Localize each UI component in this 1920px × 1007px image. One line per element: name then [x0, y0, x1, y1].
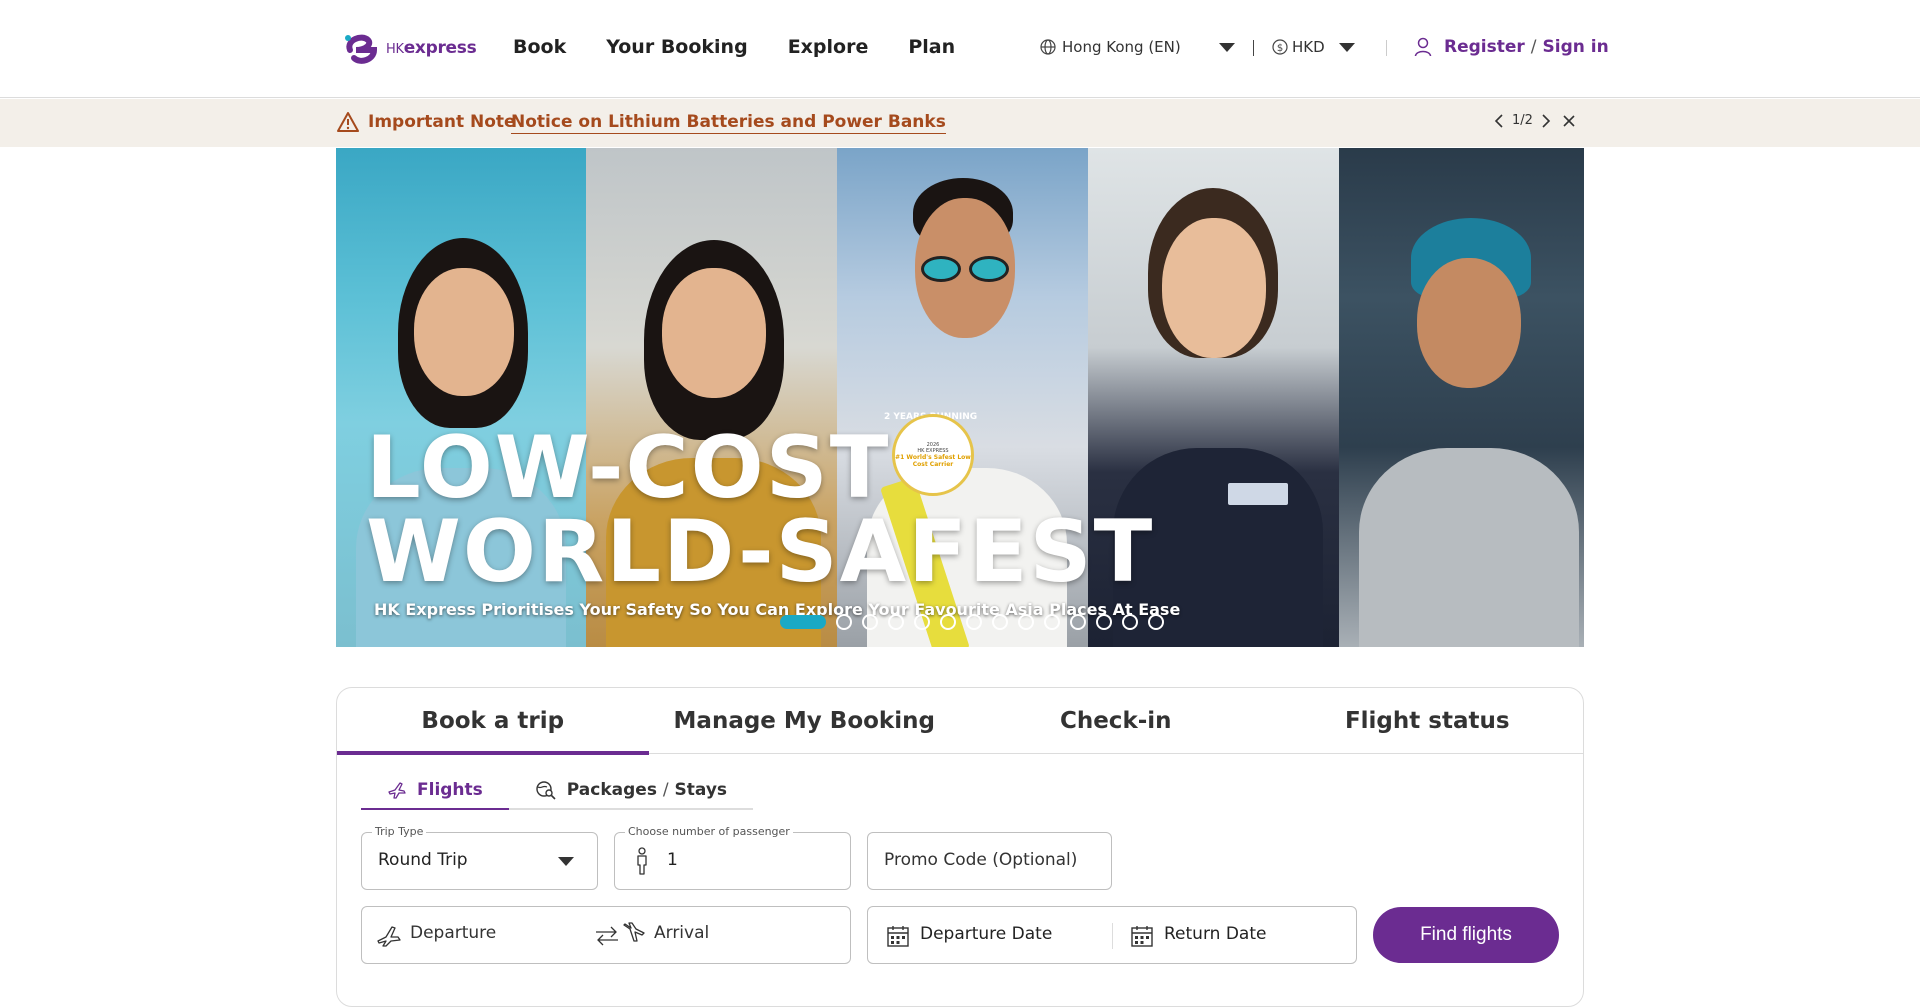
logo-prefix: HK	[386, 42, 404, 57]
locale-selector[interactable]: Hong Kong (EN)	[1040, 38, 1235, 56]
globe-search-icon	[536, 781, 556, 800]
carousel-dot[interactable]	[1018, 614, 1034, 630]
hero-title-line1: LOW-COST	[366, 418, 891, 518]
trip-type-label: Trip Type	[372, 825, 427, 838]
promo-code-placeholder: Promo Code (Optional)	[884, 850, 1078, 870]
tab-book-a-trip[interactable]: Book a trip	[337, 688, 649, 755]
subtab-flights-label: Flights	[417, 780, 483, 800]
chevron-down-icon	[558, 857, 574, 866]
nav-book[interactable]: Book	[513, 36, 566, 58]
divider	[1253, 40, 1254, 56]
logo-main: express	[403, 38, 477, 58]
svg-text:$: $	[1277, 43, 1283, 54]
tab-flight-status[interactable]: Flight status	[1272, 688, 1584, 754]
warning-icon	[337, 112, 359, 132]
carousel-dot[interactable]	[940, 614, 956, 630]
passenger-value: 1	[667, 850, 678, 870]
carousel-dot[interactable]	[1044, 614, 1060, 630]
close-icon[interactable]	[1562, 114, 1576, 128]
hero-title: LOW-COST WORLD-SAFEST	[366, 418, 1155, 602]
hk-express-logo[interactable]: HKexpress	[344, 30, 477, 66]
carousel-dot[interactable]	[914, 614, 930, 630]
carousel-dot[interactable]	[862, 614, 878, 630]
currency-selector[interactable]: $ HKD	[1272, 38, 1355, 56]
carousel-dot[interactable]	[888, 614, 904, 630]
globe-icon	[1040, 39, 1056, 55]
plane-icon	[388, 782, 406, 799]
carousel-dot[interactable]	[1122, 614, 1138, 630]
passenger-label: Choose number of passenger	[625, 825, 793, 838]
register-signin-link[interactable]: Register / Sign in	[1414, 37, 1609, 57]
carousel-dot[interactable]	[1096, 614, 1112, 630]
nav-plan[interactable]: Plan	[908, 36, 955, 58]
departure-plane-icon	[377, 926, 401, 947]
carousel-dots	[780, 614, 1164, 630]
subtab-packages-label: Packages / Stays	[567, 780, 727, 800]
notice-bar: Important Note Notice on Lithium Batteri…	[0, 99, 1920, 147]
carousel-dot[interactable]	[966, 614, 982, 630]
departure-input[interactable]: Departure	[410, 923, 496, 943]
swap-icon[interactable]	[594, 924, 620, 948]
notice-page-count: 1/2	[1512, 113, 1533, 128]
chevron-left-icon[interactable]	[1494, 113, 1504, 128]
tab-manage-my-booking[interactable]: Manage My Booking	[649, 688, 961, 754]
notice-link[interactable]: Notice on Lithium Batteries and Power Ba…	[511, 112, 946, 134]
notice-pager: 1/2	[1494, 113, 1551, 128]
signin-link[interactable]: Sign in	[1543, 37, 1609, 57]
currency-label: HKD	[1292, 38, 1325, 56]
person-icon	[637, 847, 647, 875]
nav-your-booking[interactable]: Your Booking	[606, 36, 747, 58]
register-link[interactable]: Register	[1444, 37, 1525, 57]
carousel-dot[interactable]	[992, 614, 1008, 630]
promo-code-field[interactable]: Promo Code (Optional)	[867, 832, 1112, 890]
hero-carousel[interactable]: LOW-COST WORLD-SAFEST 2 YEARS RUNNING 20…	[336, 148, 1584, 647]
badge-title: #1 World's Safest Low Cost Carrier	[895, 454, 971, 468]
logo-text: HKexpress	[386, 38, 477, 58]
calendar-icon	[887, 926, 909, 947]
divider	[1386, 40, 1387, 56]
find-flights-button[interactable]: Find flights	[1373, 907, 1559, 963]
carousel-dot[interactable]	[780, 615, 826, 629]
locale-label: Hong Kong (EN)	[1062, 38, 1181, 56]
dollar-icon: $	[1272, 39, 1288, 55]
hero-photo-panel	[1339, 148, 1584, 647]
nav-explore[interactable]: Explore	[788, 36, 869, 58]
carousel-dot[interactable]	[836, 614, 852, 630]
passenger-count-field[interactable]: Choose number of passenger 1	[614, 825, 851, 890]
route-field: Departure Arrival	[361, 906, 851, 964]
tab-check-in[interactable]: Check-in	[960, 688, 1272, 754]
award-badge: 2026 HK EXPRESS #1 World's Safest Low Co…	[892, 414, 974, 496]
booking-widget: Book a trip Manage My Booking Check-in F…	[336, 687, 1584, 1007]
slash-separator: /	[662, 780, 669, 800]
packages-text: Packages	[566, 780, 657, 800]
notice-label: Important Note	[368, 112, 516, 132]
carousel-dot[interactable]	[1148, 614, 1164, 630]
main-nav: Book Your Booking Explore Plan	[513, 36, 955, 58]
stays-text: Stays	[674, 780, 728, 800]
booking-subtabs: Flights Packages / Stays	[361, 772, 754, 810]
subtab-packages-stays[interactable]: Packages / Stays	[508, 772, 754, 810]
chevron-right-icon[interactable]	[1541, 113, 1551, 128]
site-header: HKexpress Book Your Booking Explore Plan…	[0, 0, 1920, 98]
subtab-flights[interactable]: Flights	[361, 772, 509, 810]
trip-type-value: Round Trip	[378, 850, 468, 870]
chevron-down-icon	[1338, 42, 1355, 52]
hero-title-line2: WORLD-SAFEST	[366, 502, 1155, 602]
divider	[1112, 923, 1113, 949]
booking-tabs: Book a trip Manage My Booking Check-in F…	[337, 688, 1584, 755]
departure-date-input[interactable]: Departure Date	[920, 924, 1052, 944]
dates-field: Departure Date Return Date	[867, 906, 1357, 964]
carousel-dot[interactable]	[1070, 614, 1086, 630]
arrival-input[interactable]: Arrival	[654, 923, 709, 943]
slash-separator: /	[1530, 37, 1537, 57]
return-date-input[interactable]: Return Date	[1164, 924, 1266, 944]
arrival-plane-icon	[623, 922, 645, 942]
chevron-down-icon	[1218, 42, 1235, 52]
trip-type-select[interactable]: Trip Type Round Trip	[361, 825, 598, 890]
logo-e-icon	[345, 34, 378, 64]
calendar-icon	[1131, 926, 1153, 947]
user-icon	[1414, 37, 1432, 57]
